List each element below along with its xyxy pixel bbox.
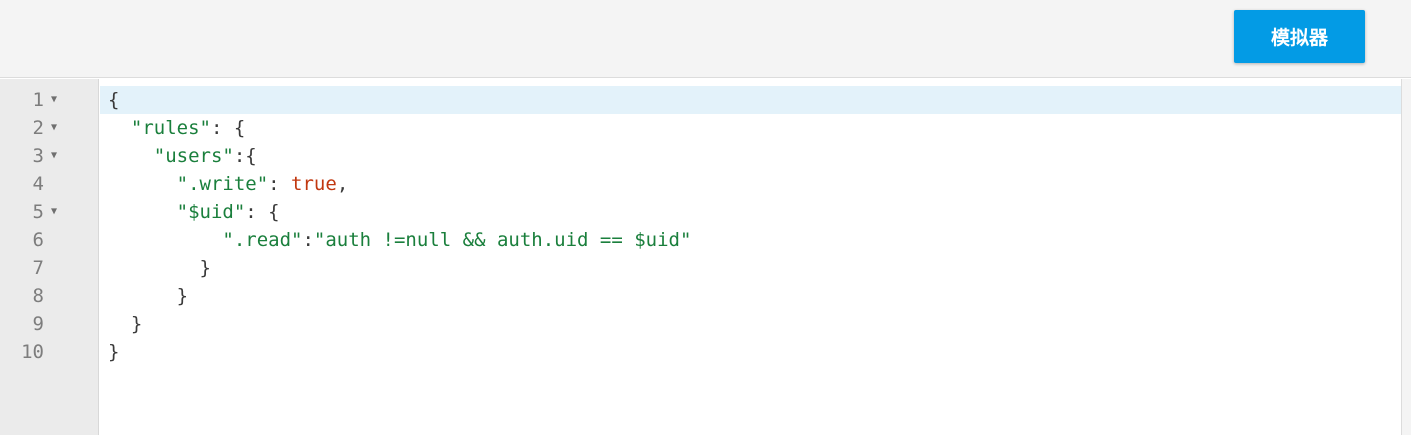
code-text: "users":{ xyxy=(108,142,257,170)
line-number: 6 xyxy=(32,229,44,251)
fold-toggle-icon[interactable]: ▼ xyxy=(51,198,63,226)
punctuation-token: : { xyxy=(210,117,246,139)
code-text: } xyxy=(108,254,211,282)
punctuation-token: } xyxy=(108,313,143,335)
punctuation-token xyxy=(108,145,154,167)
string-token: ".read" xyxy=(222,229,303,251)
line-number: 7 xyxy=(32,257,44,279)
punctuation-token: { xyxy=(108,89,120,111)
punctuation-token: } xyxy=(108,257,211,279)
string-token: "users" xyxy=(153,145,234,167)
punctuation-token xyxy=(108,201,177,223)
punctuation-token: :{ xyxy=(233,145,257,167)
toolbar: 模拟器 xyxy=(0,0,1411,78)
code-text: "$uid": { xyxy=(108,198,280,226)
code-text: ".write": true, xyxy=(108,170,349,198)
punctuation-token: : { xyxy=(245,201,280,223)
string-token: "rules" xyxy=(130,117,211,139)
punctuation-token: : xyxy=(268,173,292,195)
string-token: "auth !=null && auth.uid == $uid" xyxy=(313,229,692,251)
string-token: ".write" xyxy=(176,173,269,195)
code-line[interactable]: 2 ▼ "rules": { xyxy=(0,114,1401,142)
line-number: 8 xyxy=(32,285,44,307)
line-number: 3 xyxy=(32,145,44,167)
code-text: } xyxy=(108,282,188,310)
code-editor[interactable]: 1 ▼{2 ▼ "rules": {3 ▼ "users":{4 ".write": … xyxy=(0,79,1411,435)
code-text: } xyxy=(108,310,142,338)
punctuation-token: : xyxy=(302,229,314,251)
code-line[interactable]: 10} xyxy=(0,338,1401,366)
punctuation-token: } xyxy=(108,285,189,307)
line-number: 9 xyxy=(32,313,44,335)
code-line[interactable]: 9 } xyxy=(0,310,1401,338)
code-line[interactable]: 3 ▼ "users":{ xyxy=(0,142,1401,170)
code-line[interactable]: 4 ".write": true, xyxy=(0,170,1401,198)
punctuation-token xyxy=(108,117,131,139)
punctuation-token xyxy=(108,173,177,195)
punctuation-token xyxy=(108,229,222,251)
line-number: 5 xyxy=(32,201,44,223)
line-number: 10 xyxy=(21,341,44,363)
code-line[interactable]: 5 ▼ "$uid": { xyxy=(0,198,1401,226)
simulator-button[interactable]: 模拟器 xyxy=(1234,10,1365,63)
punctuation-token: } xyxy=(108,341,120,363)
code-line[interactable]: 1 ▼ { xyxy=(0,86,1401,114)
keyword-token: true xyxy=(291,173,337,195)
code-line[interactable]: 8 } xyxy=(0,282,1401,310)
line-number: 4 xyxy=(32,173,44,195)
code-text: "rules": { xyxy=(108,114,245,142)
code-line[interactable]: 6 ".read":"auth !=null && auth.uid == $u… xyxy=(0,226,1401,254)
punctuation-token: , xyxy=(336,173,349,195)
fold-toggle-icon[interactable]: ▼ xyxy=(51,142,63,170)
code-line[interactable]: 7 } xyxy=(0,254,1401,282)
string-token: "$uid" xyxy=(176,201,246,223)
line-number: 1 xyxy=(32,89,44,111)
editor-scroll-strip[interactable] xyxy=(1402,79,1411,435)
code-text: ".read":"auth !=null && auth.uid == $uid… xyxy=(108,226,691,254)
code-text: } xyxy=(108,338,119,366)
fold-toggle-icon[interactable]: ▼ xyxy=(51,86,63,114)
fold-toggle-icon[interactable]: ▼ xyxy=(51,114,63,142)
code-text: { xyxy=(108,86,119,114)
line-number: 2 xyxy=(32,117,44,139)
